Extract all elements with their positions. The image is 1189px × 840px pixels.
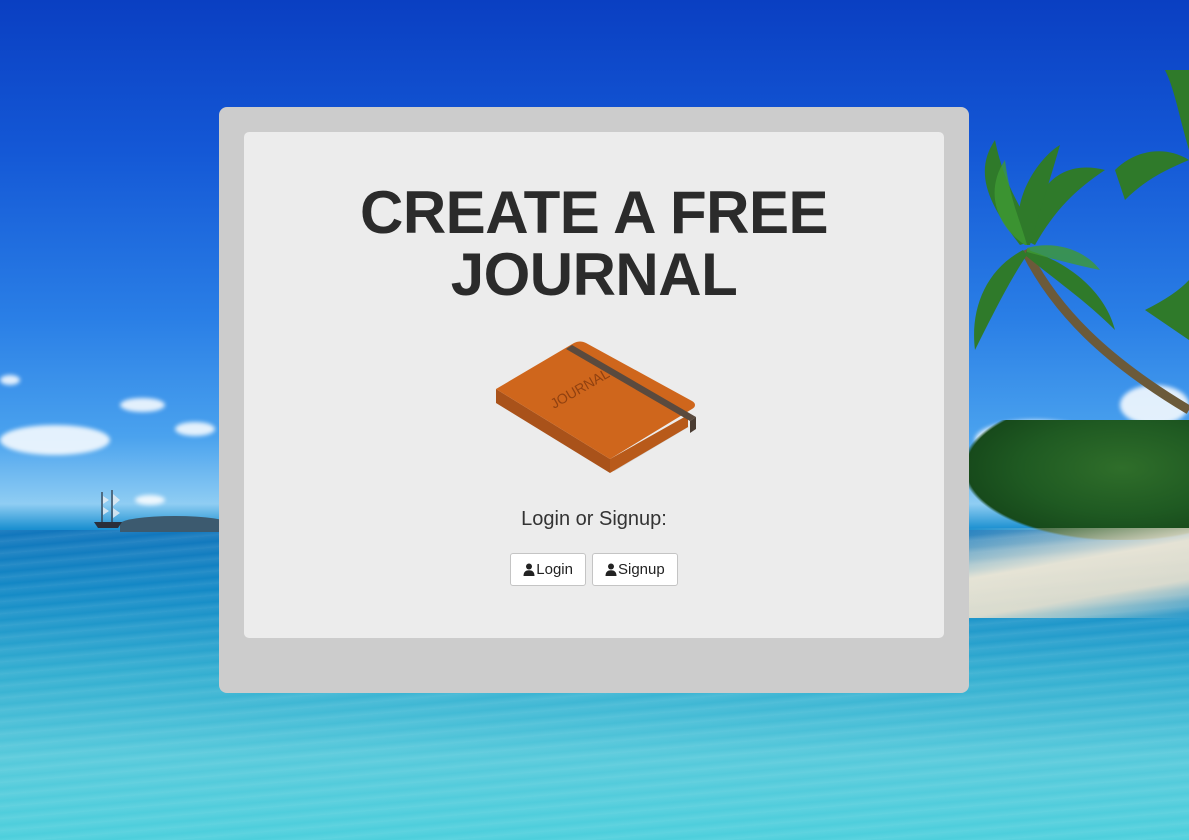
login-signup-prompt: Login or Signup: — [521, 508, 667, 530]
cloud — [175, 422, 215, 436]
cloud — [0, 425, 110, 455]
title-line-2: JOURNAL — [450, 241, 738, 308]
user-icon — [605, 563, 617, 576]
login-button[interactable]: Login — [510, 553, 586, 586]
sandy-beach — [965, 528, 1189, 618]
sailing-ship-icon — [94, 490, 122, 528]
user-icon — [523, 563, 535, 576]
journal-book-icon: JOURNAL — [496, 341, 696, 473]
page-title: CREATE A FREE JOURNAL — [244, 182, 944, 306]
palm-tree-icon — [974, 70, 1189, 414]
signup-card-frame: CREATE A FREE JOURNAL JOURNAL Login or S… — [219, 107, 969, 693]
signup-button-label: Signup — [617, 561, 665, 578]
title-line-1: CREATE A FREE — [360, 179, 828, 246]
auth-button-row: Login Signup — [244, 553, 944, 586]
signup-button[interactable]: Signup — [591, 553, 678, 586]
cloud — [120, 398, 165, 412]
cloud — [0, 375, 20, 385]
signup-card: CREATE A FREE JOURNAL JOURNAL Login or S… — [244, 132, 944, 638]
cloud — [135, 495, 165, 505]
login-button-label: Login — [536, 561, 573, 578]
distant-island — [120, 516, 230, 532]
